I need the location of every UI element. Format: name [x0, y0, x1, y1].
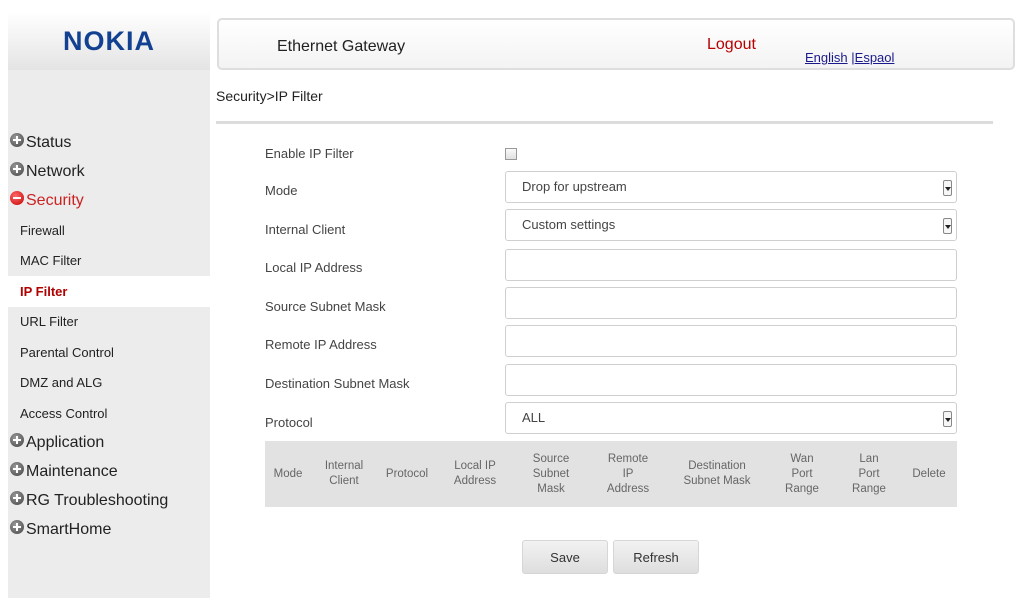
column-header-delete: Delete: [912, 467, 946, 480]
enable-ip-filter-label: Enable IP Filter: [265, 146, 354, 161]
source-subnet-mask-label: Source Subnet Mask: [265, 299, 386, 314]
mode-label: Mode: [265, 183, 298, 198]
sidebar-item-label: Status: [26, 133, 72, 151]
expand-plus-icon: [10, 161, 24, 176]
column-header-remote-ip: Remote IP Address: [606, 452, 650, 495]
sidebar-item-label: RG Troubleshooting: [26, 492, 169, 509]
sidebar-item-application[interactable]: Application: [8, 429, 210, 458]
sidebar-subitem-access-control[interactable]: Access Control: [8, 398, 210, 429]
collapse-minus-icon: [10, 190, 24, 205]
sidebar-subitem-dmz-alg[interactable]: DMZ and ALG: [8, 368, 210, 399]
refresh-button[interactable]: Refresh: [613, 540, 699, 574]
column-header-source-subnet-mask: Source Subnet Mask: [532, 452, 570, 495]
protocol-select[interactable]: ALL: [505, 402, 957, 434]
save-button[interactable]: Save: [522, 540, 608, 574]
app-title: Ethernet Gateway: [277, 38, 406, 55]
filter-table-header: Mode Internal Client Protocol Local IP A…: [265, 441, 957, 507]
local-ip-label: Local IP Address: [265, 260, 363, 275]
column-header-lan-port-range: Lan Port Range: [852, 452, 886, 495]
divider: [216, 121, 993, 124]
sidebar-item-label: Application: [26, 434, 105, 451]
header-bar: Ethernet Gateway Logout English |Espaol: [217, 18, 1015, 70]
source-subnet-mask-input[interactable]: [505, 287, 957, 319]
dropdown-arrow-icon: [943, 218, 952, 234]
sidebar-item-status[interactable]: Status: [8, 128, 210, 157]
remote-ip-input[interactable]: [505, 325, 957, 357]
local-ip-input[interactable]: [505, 249, 957, 281]
sidebar-item-label: SmartHome: [26, 521, 112, 538]
sidebar: NOKIA Status Network Security Firewall M…: [8, 12, 210, 598]
sidebar-subitem-mac-filter[interactable]: MAC Filter: [8, 246, 210, 277]
sidebar-subitem-url-filter[interactable]: URL Filter: [8, 307, 210, 338]
mode-select-value: Drop for upstream: [522, 179, 627, 194]
expand-plus-icon: [10, 462, 24, 476]
expand-plus-icon: [10, 433, 24, 447]
protocol-select-value: ALL: [522, 410, 546, 425]
sidebar-item-network[interactable]: Network: [8, 157, 210, 186]
column-header-protocol: Protocol: [385, 467, 429, 480]
expand-plus-icon: [10, 520, 24, 534]
remote-ip-label: Remote IP Address: [265, 337, 377, 352]
column-header-destination-subnet-mask: Destination Subnet Mask: [683, 460, 751, 487]
sidebar-menu: Status Network Security Firewall MAC Fil…: [8, 128, 210, 545]
sidebar-subitem-firewall[interactable]: Firewall: [8, 215, 210, 246]
logo-box: NOKIA: [8, 12, 210, 70]
expand-plus-icon: [10, 132, 24, 147]
sidebar-item-security[interactable]: Security: [8, 186, 210, 215]
sidebar-item-label: Network: [26, 162, 85, 180]
sidebar-item-label: Security: [26, 191, 84, 209]
sidebar-item-label: Maintenance: [26, 463, 118, 480]
internal-client-label: Internal Client: [265, 222, 346, 237]
sidebar-item-smarthome[interactable]: SmartHome: [8, 516, 210, 545]
dropdown-arrow-icon: [943, 411, 952, 427]
logout-link[interactable]: Logout: [707, 36, 756, 54]
expand-plus-icon: [10, 491, 24, 505]
sidebar-item-maintenance[interactable]: Maintenance: [8, 458, 210, 487]
column-header-wan-port-range: Wan Port Range: [785, 452, 819, 495]
sidebar-subitem-ip-filter[interactable]: IP Filter: [8, 276, 210, 307]
destination-subnet-mask-label: Destination Subnet Mask: [265, 376, 410, 391]
enable-ip-filter-checkbox[interactable]: [505, 148, 517, 160]
nokia-logo: NOKIA: [63, 25, 155, 56]
dropdown-arrow-icon: [943, 180, 952, 196]
sidebar-subitem-parental-control[interactable]: Parental Control: [8, 337, 210, 368]
column-header-internal-client: Internal Client: [324, 460, 364, 487]
column-header-local-ip: Local IP Address: [453, 460, 497, 487]
sidebar-item-rg-troubleshooting[interactable]: RG Troubleshooting: [8, 487, 210, 516]
breadcrumb: Security>IP Filter: [216, 88, 323, 104]
mode-select[interactable]: Drop for upstream: [505, 171, 957, 203]
internal-client-select[interactable]: Custom settings: [505, 209, 957, 241]
internal-client-select-value: Custom settings: [522, 217, 616, 232]
language-switcher: English |Espaol: [805, 50, 894, 65]
lang-english-link[interactable]: English: [805, 50, 848, 65]
lang-spanish-link[interactable]: Espaol: [855, 50, 895, 65]
protocol-label: Protocol: [265, 415, 313, 430]
destination-subnet-mask-input[interactable]: [505, 364, 957, 396]
column-header-mode: Mode: [273, 467, 303, 480]
